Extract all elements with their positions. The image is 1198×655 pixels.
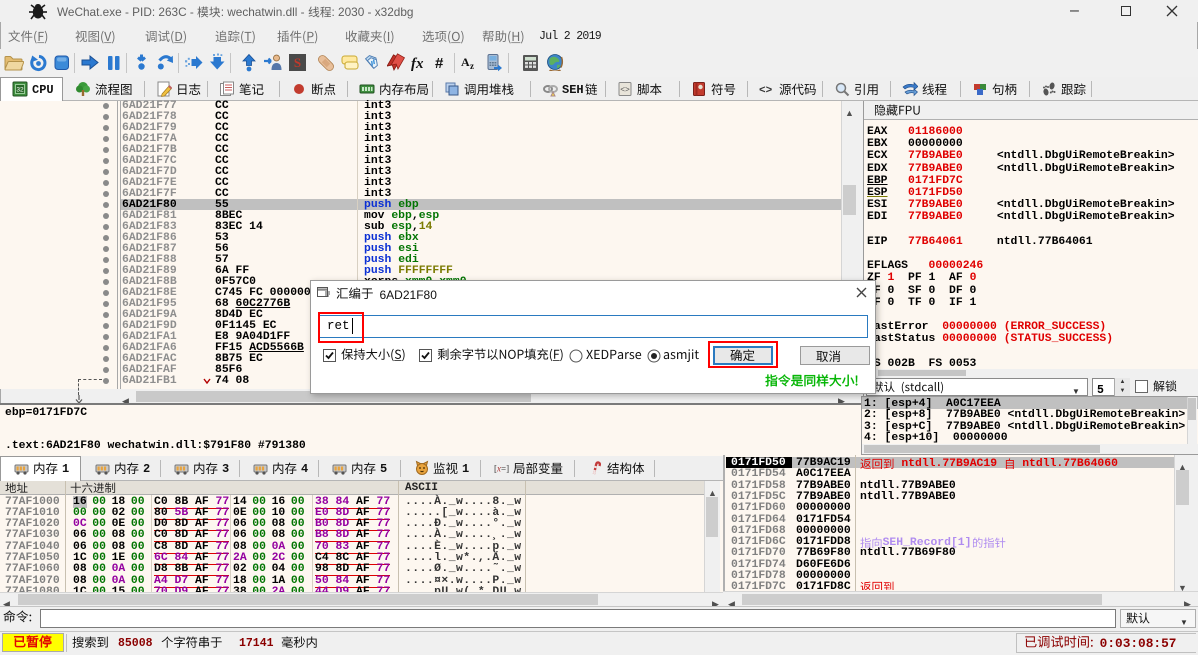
svg-text:S: S <box>294 55 301 70</box>
svg-text:#: # <box>435 55 444 72</box>
svg-text:fx: fx <box>411 56 424 72</box>
svg-text:[x=]: [x=] <box>494 464 509 474</box>
svg-text:32: 32 <box>16 87 24 94</box>
svg-text:A: A <box>461 55 470 69</box>
svg-text:<>: <> <box>759 85 773 97</box>
svg-text:z: z <box>470 61 474 71</box>
svg-text:<>: <> <box>620 86 630 95</box>
